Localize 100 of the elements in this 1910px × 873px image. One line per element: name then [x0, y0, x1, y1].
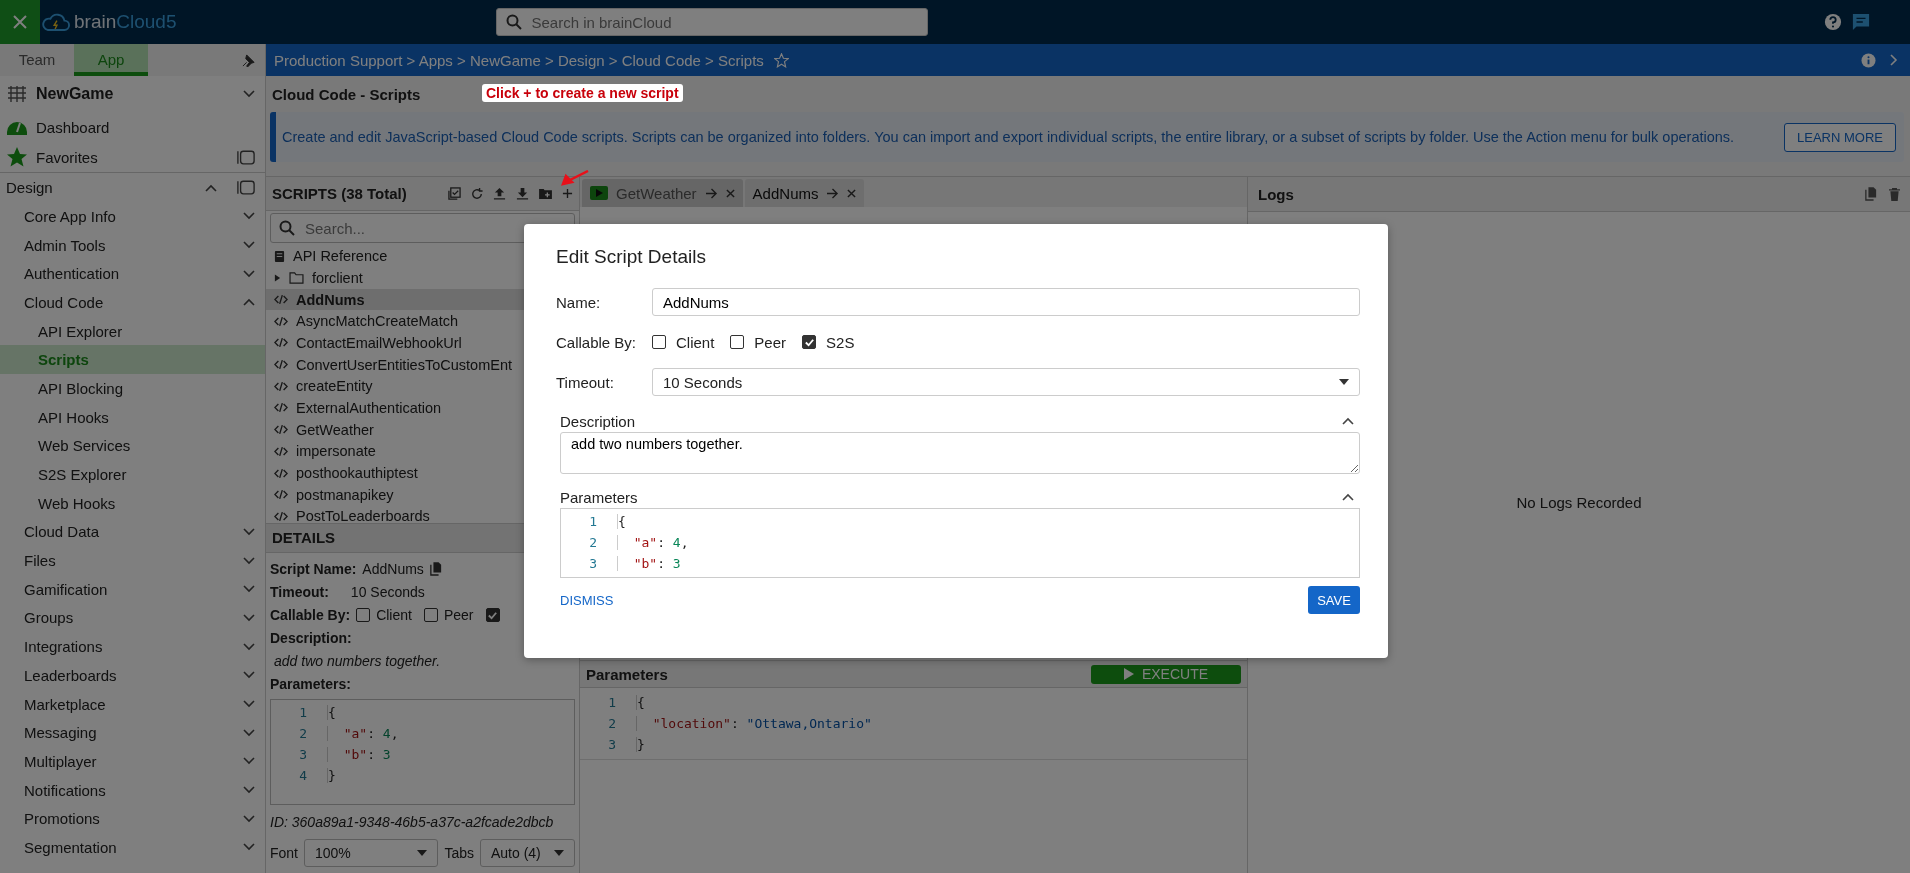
section-title: DETAILS — [272, 529, 336, 547]
trash-icon[interactable] — [1889, 187, 1900, 201]
line-number: 3 — [588, 556, 597, 571]
breadcrumb[interactable]: Production Support > Apps > NewGame > Design > Cloud Code > Scripts — [274, 51, 764, 69]
chevron-icon[interactable] — [243, 786, 255, 795]
nav-item[interactable]: Groups — [24, 609, 74, 627]
chevron-icon[interactable] — [205, 183, 217, 192]
nav-item[interactable]: Gamification — [24, 580, 108, 598]
folder-add-icon[interactable] — [539, 188, 552, 200]
refresh-icon[interactable] — [471, 187, 483, 200]
close-icon[interactable] — [725, 188, 735, 198]
checkbox[interactable] — [356, 608, 371, 622]
nav-subitem[interactable]: S2S Explorer — [0, 460, 265, 489]
script-item[interactable]: AsyncMatchCreateMatch — [266, 310, 579, 333]
code-line: } — [636, 737, 645, 752]
checkbox[interactable] — [802, 335, 817, 349]
section-title: Parameters — [560, 488, 638, 506]
learn-more-button[interactable]: LEARN MORE — [1784, 122, 1896, 152]
nav-item[interactable]: Leaderboards — [24, 666, 117, 684]
checkbox[interactable] — [652, 335, 666, 349]
description-field[interactable]: add two numbers together. — [560, 432, 1360, 474]
code-editor[interactable]: 1 { 2 "a": 4, 3 "b": 3 4 } — [270, 699, 575, 805]
chevron-icon[interactable] — [243, 814, 255, 823]
nav-subitem[interactable]: Web Services — [0, 431, 265, 461]
chevron-icon[interactable] — [243, 241, 255, 250]
script-item[interactable]: ConvertUserEntitiesToCustomEnt — [266, 353, 579, 376]
caret-icon[interactable] — [274, 272, 281, 283]
chevron-icon[interactable] — [1342, 493, 1354, 501]
code-editor[interactable]: 1 { 2 "a": 4, 3 "b": 3 — [560, 508, 1360, 578]
sidebar-tab[interactable]: Team — [0, 44, 74, 76]
chevron-icon[interactable] — [243, 269, 255, 278]
nav-item[interactable]: Core App Info — [24, 207, 116, 225]
nav-item[interactable]: Promotions — [24, 810, 100, 828]
chevron-icon[interactable] — [243, 843, 255, 852]
star-icon[interactable] — [773, 52, 789, 68]
checkbox-label: Peer — [754, 333, 787, 351]
plus-icon[interactable] — [562, 188, 573, 200]
nav-subitem[interactable]: Web Hooks — [0, 488, 265, 518]
help-icon[interactable] — [1824, 13, 1842, 31]
nav-item[interactable]: Multiplayer — [24, 752, 97, 770]
arrow-right-icon[interactable] — [826, 187, 840, 199]
nav-item[interactable]: Favorites — [36, 148, 98, 166]
chevron-icon[interactable] — [243, 613, 255, 622]
search-field[interactable]: Search in brainCloud — [496, 8, 929, 36]
nav-item[interactable]: Notifications — [24, 781, 106, 799]
checkbox[interactable] — [423, 608, 438, 622]
arrow-right-icon[interactable] — [704, 187, 718, 199]
nav-item[interactable]: Dashboard — [36, 118, 110, 136]
chevron-icon[interactable] — [243, 728, 255, 737]
nav-subitem[interactable]: API Explorer — [0, 316, 265, 346]
chevron-icon[interactable] — [243, 585, 255, 594]
sidebar-toggle-icon[interactable] — [237, 180, 255, 195]
chevron-icon[interactable] — [243, 556, 255, 565]
chevron-icon[interactable] — [243, 212, 255, 221]
checklist-icon[interactable] — [448, 187, 461, 201]
nav-item[interactable]: Messaging — [24, 724, 97, 742]
chevron-icon[interactable] — [243, 90, 255, 98]
nav-item[interactable]: Marketplace — [24, 695, 106, 713]
nav-subitem[interactable]: API Hooks — [0, 402, 265, 432]
nav-subitem[interactable]: API Blocking — [0, 374, 265, 403]
download-icon[interactable] — [516, 187, 529, 201]
chat-icon[interactable] — [1852, 13, 1870, 31]
nav-item[interactable]: Integrations — [24, 638, 103, 656]
upload-icon[interactable] — [493, 187, 506, 201]
checkbox[interactable] — [730, 335, 745, 349]
editor-tab[interactable]: GetWeather — [582, 179, 743, 207]
chevron-icon[interactable] — [243, 642, 255, 651]
nav-item[interactable]: Cloud Code — [24, 293, 104, 311]
editor-tab[interactable]: AddNums — [744, 179, 865, 207]
nav-item[interactable]: Segmentation — [24, 838, 117, 856]
chevron-icon[interactable] — [243, 671, 255, 680]
nav-item[interactable]: Admin Tools — [24, 236, 106, 254]
chevron-icon[interactable] — [243, 757, 255, 766]
chevron-icon[interactable] — [1342, 417, 1354, 425]
app-name[interactable]: NewGame — [36, 85, 114, 103]
close-button[interactable] — [0, 0, 40, 44]
star-icon — [6, 147, 28, 167]
timeout-select[interactable]: 10 Seconds — [652, 368, 1360, 396]
execute-button[interactable]: EXECUTE — [1091, 664, 1241, 684]
font-size-select[interactable]: 100% — [304, 839, 439, 867]
pin-icon[interactable] — [242, 53, 255, 67]
close-icon[interactable] — [847, 188, 857, 198]
tab-size-select[interactable]: Auto (4) — [479, 839, 575, 867]
chevron-icon[interactable] — [243, 527, 255, 536]
save-button[interactable]: SAVE — [1308, 586, 1360, 614]
chevron-icon[interactable] — [243, 298, 255, 307]
chevron-icon[interactable] — [243, 700, 255, 709]
copy-icon[interactable] — [1865, 187, 1877, 201]
script-item[interactable]: forclient — [266, 267, 579, 289]
checkbox-label: Peer — [443, 607, 474, 623]
nav-item[interactable]: Authentication — [24, 265, 120, 283]
nav-item[interactable]: Files — [24, 552, 56, 570]
info-icon[interactable] — [1861, 52, 1876, 68]
section-header[interactable]: Design — [6, 179, 53, 196]
dismiss-button[interactable]: DISMISS — [552, 586, 622, 614]
copy-icon[interactable] — [429, 562, 442, 576]
nav-item[interactable]: Cloud Data — [24, 523, 100, 541]
name-field[interactable]: AddNums — [652, 288, 1360, 316]
checkbox[interactable] — [485, 608, 500, 622]
sidebar-toggle-icon[interactable] — [237, 149, 255, 165]
